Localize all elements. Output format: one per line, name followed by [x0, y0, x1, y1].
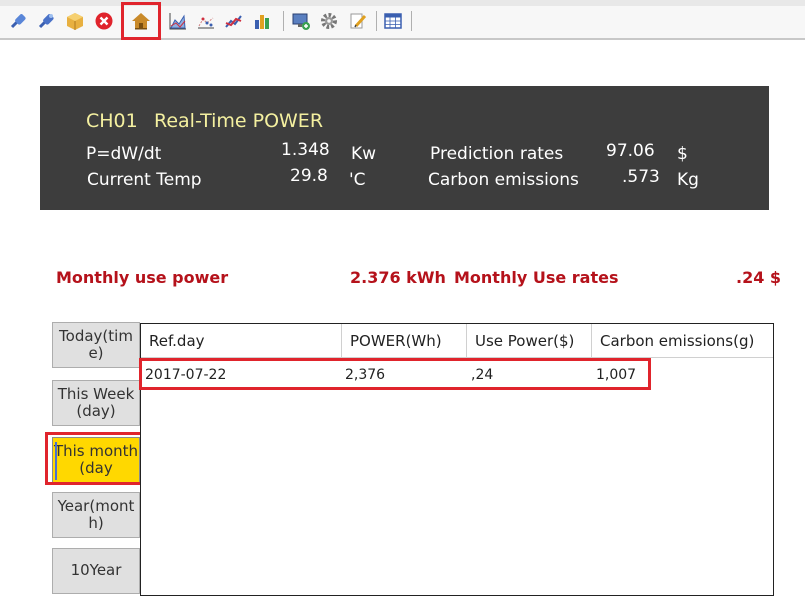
power-value: 1.348: [281, 140, 330, 160]
chart-area-icon[interactable]: [168, 11, 188, 31]
chart-scatter-icon[interactable]: [196, 11, 216, 31]
power-unit: Kw: [351, 144, 377, 164]
app-window: CH01 Real-Time POWER P=dW/dt 1.348 Kw Cu…: [0, 0, 805, 612]
temp-label: Current Temp: [87, 170, 202, 190]
close-red-icon[interactable]: [94, 11, 114, 31]
monthly-power-value: 2.376 kWh: [350, 268, 446, 287]
monthly-power-label: Monthly use power: [56, 268, 229, 287]
column-carbon[interactable]: Carbon emissions(g): [592, 324, 773, 358]
grid-icon[interactable]: [383, 11, 403, 31]
monitor-icon[interactable]: [291, 11, 311, 31]
carbon-value: .573: [622, 167, 660, 187]
tab-10year[interactable]: 10Year: [52, 548, 140, 594]
pin-blue-2-icon[interactable]: [36, 11, 56, 31]
temp-unit: 'C: [349, 170, 366, 190]
column-ref-day[interactable]: Ref.day: [141, 324, 342, 358]
table-header: Ref.day POWER(Wh) Use Power($) Carbon em…: [141, 324, 773, 358]
tab-year[interactable]: Year(month): [52, 492, 140, 538]
toolbar-separator: [411, 11, 412, 31]
chart-bar-icon[interactable]: [253, 11, 273, 31]
chart-line-icon[interactable]: [224, 11, 244, 31]
temp-value: 29.8: [290, 166, 328, 186]
prediction-unit: $: [677, 144, 688, 164]
this-month-highlight: [45, 432, 148, 485]
toolbar-separator: [283, 11, 284, 31]
toolbar-separator: [376, 11, 377, 31]
home-icon-highlight: [121, 2, 161, 40]
panel-channel: CH01: [86, 110, 138, 132]
monthly-rates-value: .24 $: [736, 268, 782, 287]
carbon-label: Carbon emissions: [428, 170, 579, 190]
panel-title: Real-Time POWER: [154, 110, 324, 132]
tab-this-week[interactable]: This Week(day): [52, 380, 140, 426]
box-icon[interactable]: [65, 11, 85, 31]
edit-icon[interactable]: [348, 11, 368, 31]
prediction-value: 97.06: [606, 141, 655, 161]
column-power[interactable]: POWER(Wh): [342, 324, 467, 358]
carbon-unit: Kg: [677, 170, 699, 190]
column-use-power[interactable]: Use Power($): [467, 324, 592, 358]
table-row-highlight: [139, 358, 651, 390]
power-label: P=dW/dt: [86, 144, 162, 164]
prediction-label: Prediction rates: [430, 144, 564, 164]
realtime-panel: CH01 Real-Time POWER P=dW/dt 1.348 Kw Cu…: [40, 86, 769, 210]
pin-blue-icon[interactable]: [8, 11, 28, 31]
tab-today[interactable]: Today(time): [52, 322, 140, 368]
monthly-rates-label: Monthly Use rates: [454, 268, 619, 287]
gear-icon[interactable]: [319, 11, 339, 31]
